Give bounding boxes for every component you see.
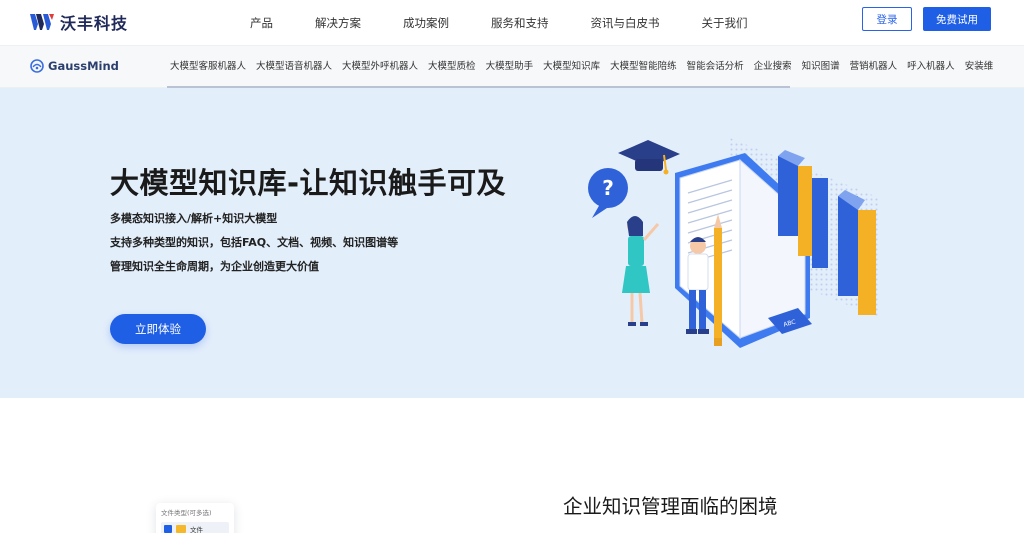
filter-option-label: 文件 (190, 526, 203, 533)
menu-item-cases[interactable]: 成功案例 (403, 15, 449, 31)
knowledge-base-illustration: ? ABC (588, 138, 880, 348)
subnav-items: 大模型客服机器人 大模型语音机器人 大模型外呼机器人 大模型质检 大模型助手 大… (170, 46, 1003, 88)
menu-item-about[interactable]: 关于我们 (702, 15, 748, 31)
brand-logo[interactable]: 沃丰科技 (30, 10, 128, 34)
checkbox-checked-icon[interactable] (164, 525, 172, 533)
brand-name: 沃丰科技 (60, 14, 129, 33)
menu-item-news[interactable]: 资讯与白皮书 (591, 15, 660, 31)
filter-label: 文件类型(可多选) (161, 509, 212, 517)
hero-feature-line: 支持多种类型的知识，包括FAQ、文档、视频、知识图谱等 (110, 236, 399, 249)
hero-banner: 大模型知识库-让知识触手可及 多模态知识接入/解析+知识大模型 支持多种类型的知… (0, 88, 1024, 398)
product-subnav: GaussMind 大模型客服机器人 大模型语音机器人 大模型外呼机器人 大模型… (0, 46, 1024, 88)
free-trial-button[interactable]: 免费试用 (923, 7, 991, 31)
subnav-item-enterprise-search[interactable]: 企业搜索 (754, 46, 792, 88)
folder-icon (176, 525, 186, 533)
section-title: 企业知识管理面临的困境 (563, 495, 778, 518)
hero-feature-line: 多模态知识接入/解析+知识大模型 (110, 212, 278, 225)
gaussmind-logo[interactable]: GaussMind (30, 59, 119, 73)
subnav-item-install[interactable]: 安装维 (965, 46, 994, 88)
hero-title: 大模型知识库-让知识触手可及 (110, 166, 507, 200)
filter-option[interactable]: 文件 (161, 522, 229, 533)
subnav-item-assistant[interactable]: 大模型助手 (486, 46, 534, 88)
hero-feature-line: 管理知识全生命周期，为企业创造更大价值 (110, 260, 319, 273)
subnav-item-service-bot[interactable]: 大模型客服机器人 (170, 46, 246, 88)
subnav-item-voice-bot[interactable]: 大模型语音机器人 (256, 46, 332, 88)
question-bubble-text: ? (602, 176, 614, 200)
subnav-item-quality[interactable]: 大模型质检 (428, 46, 476, 88)
menu-item-solutions[interactable]: 解决方案 (315, 15, 361, 31)
subnav-item-marketing-bot[interactable]: 营销机器人 (850, 46, 898, 88)
gaussmind-logo-icon (30, 59, 44, 73)
subnav-item-outbound-bot[interactable]: 大模型外呼机器人 (342, 46, 418, 88)
subnav-item-inbound-bot[interactable]: 呼入机器人 (907, 46, 955, 88)
login-button[interactable]: 登录 (862, 7, 912, 31)
file-type-filter-panel: 文件类型(可多选) 文件 (156, 503, 234, 533)
main-menu: 产品 解决方案 成功案例 服务和支持 资讯与白皮书 关于我们 (250, 0, 790, 46)
try-now-button[interactable]: 立即体验 (110, 314, 206, 344)
subnav-item-knowledge-graph[interactable]: 知识图谱 (802, 46, 840, 88)
top-navbar: 沃丰科技 产品 解决方案 成功案例 服务和支持 资讯与白皮书 关于我们 登录 免… (0, 0, 1024, 46)
menu-item-products[interactable]: 产品 (250, 15, 273, 31)
subnav-item-conversation-analysis[interactable]: 智能会话分析 (687, 46, 744, 88)
menu-item-support[interactable]: 服务和支持 (491, 15, 549, 31)
subnav-item-training[interactable]: 大模型智能陪练 (610, 46, 677, 88)
w-logo-icon (30, 14, 54, 30)
subnav-item-knowledge-base[interactable]: 大模型知识库 (543, 46, 601, 88)
gaussmind-name: GaussMind (48, 59, 119, 73)
